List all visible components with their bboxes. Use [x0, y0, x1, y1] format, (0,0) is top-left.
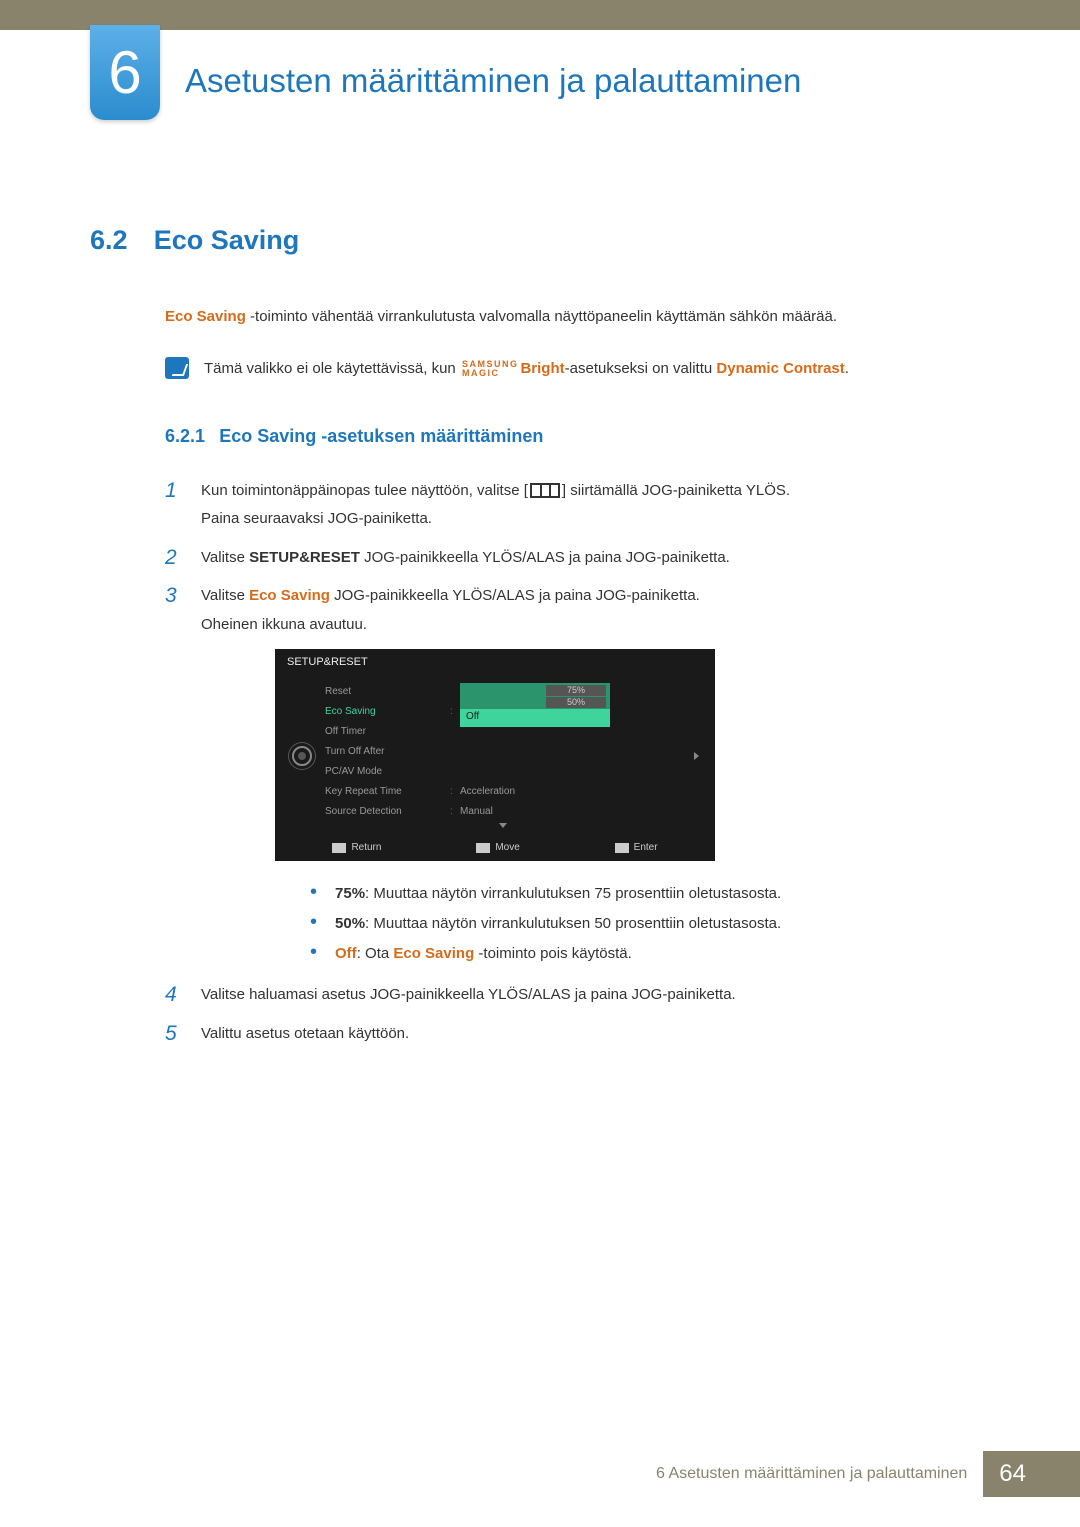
step1-text-a: Kun toimintonäppäinopas tulee näyttöön, …: [201, 482, 528, 499]
osd-eco-dropdown: 75% 50% Off: [460, 683, 610, 727]
osd-option-off-selected: Off: [460, 709, 610, 727]
step1-text-b: ] siirtämällä JOG-painiketta YLÖS.: [562, 482, 790, 499]
setup-reset-bold: SETUP&RESET: [249, 549, 360, 566]
section-number: 6.2: [90, 225, 128, 256]
osd-footer-enter: Enter: [634, 842, 658, 853]
osd-colon: :: [450, 706, 460, 717]
step2-text-a: Valitse: [201, 549, 249, 566]
bullet-label: 75%: [335, 885, 365, 902]
chapter-title: Asetusten määrittäminen ja palauttaminen: [185, 30, 801, 100]
subsection-number: 6.2.1: [165, 426, 205, 446]
eco-saving-orange: Eco Saving: [249, 587, 330, 604]
chapter-header: 6 Asetusten määrittäminen ja palauttamin…: [90, 30, 990, 120]
bullet-dot-icon: •: [310, 909, 317, 935]
bullet-75: • 75%: Muuttaa näytön virrankulutuksen 7…: [310, 879, 990, 909]
section-6-2: 6.2 Eco Saving: [90, 225, 990, 256]
osd-footer-return: Return: [351, 842, 381, 853]
bullet-eco: Eco Saving: [393, 945, 474, 962]
chevron-down-icon: [499, 823, 507, 828]
osd-item-key-repeat: Key Repeat Time: [325, 786, 450, 797]
bullet-text: -toiminto pois käytöstä.: [474, 945, 632, 962]
osd-item-turn-off-after: Turn Off After: [325, 746, 450, 757]
note-mid: -asetukseksi on valittu: [565, 360, 717, 377]
enter-icon: [615, 843, 629, 853]
magic-bright: Bright: [520, 360, 564, 377]
step3-text-a: Valitse: [201, 587, 249, 604]
osd-colon: :: [450, 786, 460, 797]
bullet-label: Off: [335, 945, 357, 962]
gear-icon: [292, 746, 312, 766]
move-icon: [476, 843, 490, 853]
osd-item-eco-saving: Eco Saving: [325, 706, 450, 717]
chevron-right-icon: [694, 752, 699, 760]
subsection-6-2-1: 6.2.1 Eco Saving -asetuksen määrittämine…: [165, 426, 990, 447]
osd-item-reset: Reset: [325, 686, 450, 697]
step-number: 5: [165, 1020, 183, 1047]
osd-option-50: 50%: [546, 697, 606, 708]
step3-text-c: Oheinen ikkuna avautuu.: [201, 616, 367, 633]
intro-desc: -toiminto vähentää virrankulutusta valvo…: [246, 308, 837, 325]
osd-item-off-timer: Off Timer: [325, 726, 450, 737]
note-post: .: [845, 360, 849, 377]
intro-paragraph: Eco Saving -toiminto vähentää virrankulu…: [165, 306, 990, 329]
bullet-dot-icon: •: [310, 939, 317, 965]
note-text: Tämä valikko ei ole käytettävissä, kun S…: [204, 357, 849, 381]
bullet-off: • Off: Ota Eco Saving -toiminto pois käy…: [310, 939, 990, 969]
note-pre: Tämä valikko ei ole käytettävissä, kun: [204, 360, 460, 377]
osd-value-manual: Manual: [460, 806, 493, 817]
dynamic-contrast: Dynamic Contrast: [716, 360, 844, 377]
osd-item-pcav-mode: PC/AV Mode: [325, 766, 450, 777]
step-number: 3: [165, 582, 183, 609]
return-icon: [332, 843, 346, 853]
osd-footer-move: Move: [495, 842, 519, 853]
step-2: 2 Valitse SETUP&RESET JOG-painikkeella Y…: [165, 544, 990, 573]
page-footer: 6 Asetusten määrittäminen ja palauttamin…: [640, 1451, 1080, 1497]
section-title: Eco Saving: [154, 225, 300, 256]
osd-option-75: 75%: [546, 685, 606, 696]
bullet-text: : Muuttaa näytön virrankulutuksen 75 pro…: [365, 885, 781, 902]
step-5: 5 Valittu asetus otetaan käyttöön.: [165, 1020, 990, 1049]
step-3: 3 Valitse Eco Saving JOG-painikkeella YL…: [165, 582, 990, 639]
osd-footer: Return Move Enter: [275, 834, 715, 861]
step-number: 4: [165, 981, 183, 1008]
bullet-dot-icon: •: [310, 879, 317, 905]
osd-colon: :: [450, 806, 460, 817]
menu-icon: [530, 483, 560, 498]
step-number: 1: [165, 477, 183, 504]
top-stripe: [0, 0, 1080, 30]
step4-text: Valitse haluamasi asetus JOG-painikkeell…: [201, 981, 736, 1010]
intro-term: Eco Saving: [165, 308, 246, 325]
chapter-number-badge: 6: [90, 25, 160, 120]
note-icon: [165, 357, 189, 379]
bullet-text-mid: : Ota: [357, 945, 394, 962]
step2-text-b: JOG-painikkeella YLÖS/ALAS ja paina JOG-…: [360, 549, 730, 566]
osd-value-acceleration: Acceleration: [460, 786, 515, 797]
subsection-title: Eco Saving -asetuksen määrittäminen: [219, 426, 543, 446]
samsung-magic-logo: SAMSUNG MAGIC: [462, 360, 519, 376]
footer-page-number: 64: [983, 1451, 1042, 1497]
bullet-50: • 50%: Muuttaa näytön virrankulutuksen 5…: [310, 909, 990, 939]
osd-screenshot: SETUP&RESET Reset Eco Saving : 75%: [275, 649, 715, 861]
bullet-text: : Muuttaa näytön virrankulutuksen 50 pro…: [365, 915, 781, 932]
step-1: 1 Kun toimintonäppäinopas tulee näyttöön…: [165, 477, 990, 534]
step5-text: Valittu asetus otetaan käyttöön.: [201, 1020, 409, 1049]
note: Tämä valikko ei ole käytettävissä, kun S…: [165, 357, 990, 381]
osd-title: SETUP&RESET: [275, 649, 715, 675]
footer-chapter-text: 6 Asetusten määrittäminen ja palauttamin…: [640, 1451, 983, 1497]
osd-item-source-detection: Source Detection: [325, 806, 450, 817]
step-4: 4 Valitse haluamasi asetus JOG-painikkee…: [165, 981, 990, 1010]
step3-text-b: JOG-painikkeella YLÖS/ALAS ja paina JOG-…: [330, 587, 700, 604]
bullet-label: 50%: [335, 915, 365, 932]
step-number: 2: [165, 544, 183, 571]
footer-stripe: [1042, 1451, 1080, 1497]
step1-text-c: Paina seuraavaksi JOG-painiketta.: [201, 510, 432, 527]
